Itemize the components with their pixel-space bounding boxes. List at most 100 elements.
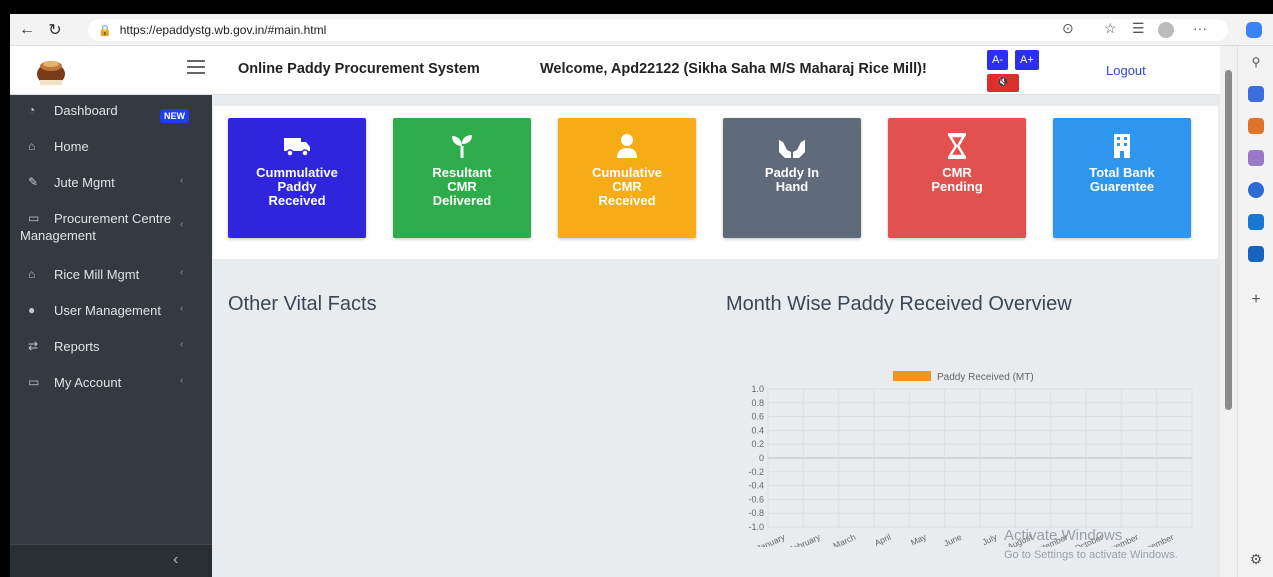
y-tick-label: -0.6: [748, 494, 764, 504]
add-icon[interactable]: +: [1248, 292, 1264, 308]
browser-toolbar: ← ↻ 🔒 https://epaddystg.wb.gov.in/#main.…: [10, 14, 1273, 46]
chevron-left-icon: ‹: [180, 339, 184, 350]
truck-icon: [284, 138, 310, 157]
circle-icon[interactable]: [1248, 182, 1264, 198]
month-wise-chart: Paddy Received (MT) 1.0 0.8 0.6 0.4 0.2 0 -0.2 -…: [730, 327, 1200, 558]
collapse-chevron-icon[interactable]: ‹: [173, 551, 178, 569]
user-icon: [617, 134, 637, 158]
card-total-bank-guarantee[interactable]: Total Bank Guarentee: [1053, 118, 1191, 238]
x-tick-label: June: [942, 532, 963, 547]
reader-icon[interactable]: ⊙: [1062, 20, 1074, 37]
sidebar-item-home[interactable]: ⌂ Home: [10, 139, 212, 159]
sidebar-item-label: Procurement Centre: [54, 211, 172, 226]
sidebar-item-rice-mill-mgmt[interactable]: ⌂ Rice Mill Mgmt ‹: [10, 267, 212, 287]
outlook-icon[interactable]: [1248, 214, 1264, 230]
seedling-icon: [452, 135, 472, 158]
sidebar-item-reports[interactable]: ⇄ Reports ‹: [10, 339, 212, 359]
profile-icon[interactable]: [1158, 22, 1174, 38]
sidebar-item-label: Reports: [54, 339, 100, 354]
hands-icon: [779, 140, 805, 158]
sidebar-item-label: User Management: [54, 303, 161, 318]
x-tick-label: July: [981, 531, 1000, 547]
y-tick-label: 0: [759, 453, 764, 463]
mill-icon: ⌂: [28, 267, 36, 281]
card-resultant-cmr-delivered[interactable]: Resultant CMR Delivered: [393, 118, 531, 238]
card-label: CMR Pending: [931, 165, 983, 194]
settings-gear-icon[interactable]: ⚙: [1248, 551, 1264, 567]
card-icon: ▭: [28, 375, 40, 389]
card-label: Cummulative Paddy Received: [256, 165, 338, 208]
sidebar-item-label: Jute Mgmt: [54, 175, 115, 190]
sidebar-item-user-management[interactable]: ● User Management ‹: [10, 303, 212, 323]
tag-icon[interactable]: [1248, 86, 1264, 102]
page-scrollbar[interactable]: [1220, 46, 1237, 577]
edge-sidebar: ⚲ + ⚙: [1237, 46, 1273, 577]
send-icon[interactable]: [1248, 246, 1264, 262]
activate-windows-subtext: Go to Settings to activate Windows.: [1004, 549, 1178, 561]
sidebar-item-dashboard[interactable]: ◔ Dashboard NEW: [10, 103, 212, 123]
search-icon[interactable]: ⚲: [1248, 54, 1264, 70]
people-icon[interactable]: [1248, 150, 1264, 166]
app-header: Online Paddy Procurement System Welcome,…: [10, 46, 1220, 95]
web-page: Online Paddy Procurement System Welcome,…: [10, 46, 1220, 577]
welcome-text: Welcome, Apd22122 (Sikha Saha M/S Mahara…: [540, 61, 927, 77]
refresh-icon[interactable]: ↻: [44, 19, 66, 41]
month-wise-title: Month Wise Paddy Received Overview: [726, 293, 1072, 315]
vital-facts-title: Other Vital Facts: [228, 293, 377, 315]
home-icon: ⌂: [28, 139, 36, 153]
x-tick-label: April: [873, 532, 893, 547]
back-icon[interactable]: ←: [16, 19, 38, 41]
card-cmr-pending[interactable]: CMR Pending: [888, 118, 1026, 238]
logout-link[interactable]: Logout: [1106, 63, 1146, 78]
exchange-icon: ⇄: [28, 339, 39, 353]
mute-button[interactable]: 🔇: [987, 74, 1019, 92]
card-cumulative-cmr-received[interactable]: Cumulative CMR Received: [558, 118, 696, 238]
sidebar-item-label: Home: [54, 139, 89, 154]
card-cumulative-paddy-received[interactable]: Cummulative Paddy Received: [228, 118, 366, 238]
legend-swatch: [893, 371, 931, 381]
logo-icon: [37, 61, 65, 85]
chart-svg: Paddy Received (MT) 1.0 0.8 0.6 0.4 0.2 0 -0.2 -…: [748, 371, 1193, 558]
sidebar-item-my-account[interactable]: ▭ My Account ‹: [10, 375, 212, 395]
sidebar-item-procurement-centre[interactable]: ▭ Procurement Centre Management ‹: [10, 211, 212, 251]
more-icon[interactable]: ···: [1193, 20, 1207, 36]
dashboard-icon: ◔: [28, 103, 36, 117]
favorite-star-icon[interactable]: ☆: [1104, 20, 1117, 37]
x-tick-label: March: [832, 532, 858, 547]
font-increase-button[interactable]: A+: [1015, 50, 1039, 70]
building-icon: [1114, 134, 1130, 158]
favorites-icon[interactable]: ☰: [1132, 20, 1145, 37]
briefcase-icon[interactable]: [1248, 118, 1264, 134]
sidebar-item-label: My Account: [54, 375, 122, 390]
y-tick-label: 0.6: [751, 412, 764, 422]
summary-cards-panel: Cummulative Paddy Received Resultant CMR Del…: [213, 106, 1218, 259]
legend-label: Paddy Received (MT): [937, 372, 1034, 383]
x-tick-label: May: [909, 531, 928, 547]
sidebar-item-label-line2: Management: [20, 228, 96, 243]
y-tick-label: 0.2: [751, 439, 764, 449]
y-tick-label: 1.0: [751, 384, 764, 394]
address-bar[interactable]: 🔒 https://epaddystg.wb.gov.in/#main.html: [88, 19, 1228, 41]
y-tick-label: 0.8: [751, 398, 764, 408]
sidebar-item-jute-mgmt[interactable]: ✎ Jute Mgmt ‹: [10, 175, 212, 195]
copilot-icon[interactable]: [1246, 22, 1262, 38]
x-tick-label: December: [1135, 532, 1175, 547]
y-tick-label: -1.0: [748, 522, 764, 532]
chevron-left-icon: ‹: [180, 175, 184, 186]
font-decrease-button[interactable]: A-: [987, 50, 1008, 70]
card-icon: ▭: [28, 211, 40, 225]
x-tick-label: January: [755, 531, 787, 547]
speaker-mute-icon: 🔇: [996, 77, 1010, 88]
sidebar-item-label: Rice Mill Mgmt: [54, 267, 140, 282]
x-tick-label: February: [787, 531, 823, 547]
chevron-left-icon: ‹: [180, 303, 184, 314]
chevron-left-icon: ‹: [180, 375, 184, 386]
sidebar-footer: ‹: [10, 544, 212, 577]
activate-windows-watermark: Activate Windows: [1004, 527, 1123, 544]
card-paddy-in-hand[interactable]: Paddy In Hand: [723, 118, 861, 238]
y-tick-label: 0.4: [751, 425, 764, 435]
sidebar: ◔ Dashboard NEW ⌂ Home ✎ Jute Mgmt ‹ ▭ P…: [10, 95, 212, 577]
sidebar-item-label: Dashboard: [54, 103, 118, 118]
menu-toggle-icon[interactable]: [187, 60, 205, 74]
scrollbar-thumb[interactable]: [1225, 70, 1232, 410]
